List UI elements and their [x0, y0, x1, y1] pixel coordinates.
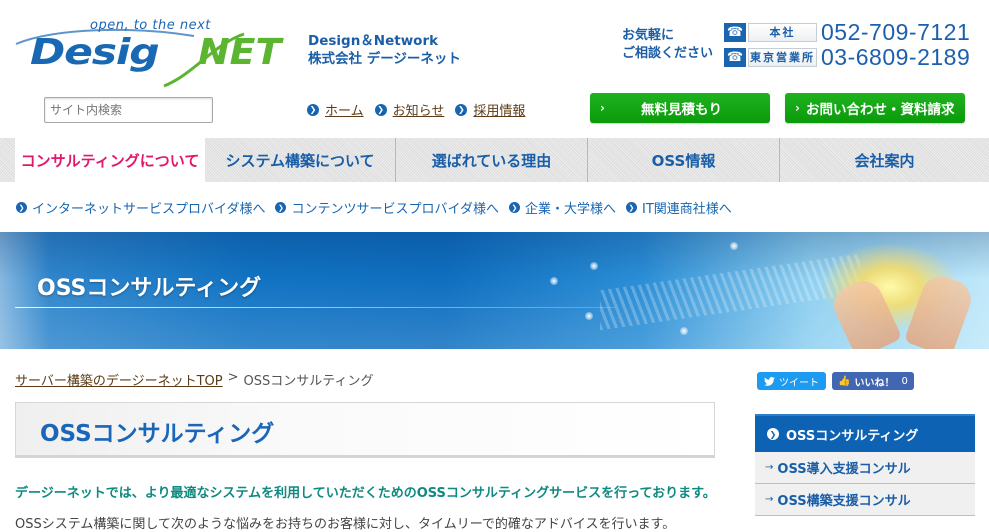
phone-tokyo-office: ☎ 東京営業所 03-6809-2189: [724, 44, 970, 70]
like-count: 0: [901, 375, 908, 387]
banner-title: OSSコンサルティング: [37, 276, 262, 301]
social-buttons: ツイート 👍 いいね！ 0: [757, 372, 914, 390]
util-link-news[interactable]: ❯ お知らせ: [374, 100, 445, 119]
logo-net: NET: [198, 32, 282, 73]
circle-arrow-icon: ❯: [374, 103, 387, 116]
audience-link-label: インターネットサービスプロバイダ様へ: [32, 202, 266, 217]
contact-label-line1: お気軽に: [622, 28, 675, 43]
audience-link-label: コンテンツサービスプロバイダ様へ: [291, 202, 499, 217]
free-estimate-label: 無料見積もり: [640, 102, 722, 118]
nav-item-reasons[interactable]: 選ばれている理由: [396, 138, 588, 182]
util-link-recruit[interactable]: ❯ 採用情報: [455, 100, 525, 119]
circle-arrow-icon: ❯: [307, 103, 319, 116]
company-name-ja: 株式会社 デージーネット: [308, 51, 461, 67]
nav-item-system-build[interactable]: システム構築について: [205, 138, 396, 182]
hero-banner: OSSコンサルティング: [0, 232, 989, 349]
audience-link-isp[interactable]: ❯ インターネットサービスプロバイダ様へ: [16, 198, 265, 217]
contact-request-label: お問い合わせ・資料請求: [805, 102, 955, 118]
audience-link-label: 企業・大学様へ: [524, 202, 616, 217]
site-search-input[interactable]: [44, 97, 213, 123]
tweet-label: ツイート: [779, 377, 819, 389]
arrow-right-icon: →: [765, 494, 774, 505]
contact-label-line2: ご相談ください: [622, 46, 714, 61]
circle-arrow-icon: ❯: [16, 202, 27, 213]
nav-item-company[interactable]: 会社案内: [780, 138, 989, 182]
util-link-home[interactable]: ❯ ホーム: [307, 100, 364, 119]
breadcrumb-home-link[interactable]: サーバー構築のデージーネットTOP: [15, 370, 223, 389]
chevron-right-icon: ›: [795, 101, 800, 115]
phone-number[interactable]: 052-709-7121: [821, 19, 970, 46]
banner-divider: [15, 307, 615, 308]
breadcrumb: サーバー構築のデージーネットTOP > OSSコンサルティング: [15, 370, 374, 389]
contact-request-button[interactable]: › お問い合わせ・資料請求: [785, 93, 965, 123]
audience-link-csp[interactable]: ❯ コンテンツサービスプロバイダ様へ: [275, 198, 499, 217]
contact-label: お気軽に ご相談ください: [622, 27, 713, 63]
banner-light-dot: [730, 242, 738, 250]
tweet-button[interactable]: ツイート: [757, 372, 826, 390]
thumbs-up-icon: 👍: [838, 375, 851, 387]
phone-office-label: 本社: [748, 22, 817, 42]
site-logo[interactable]: open, to the next Desig NET: [14, 18, 299, 88]
nav-item-oss-info[interactable]: OSS情報: [588, 138, 780, 182]
site-header: open, to the next Desig NET Design＆Netwo…: [0, 0, 989, 90]
phone-head-office: ☎ 本社 052-709-7121: [724, 19, 970, 45]
audience-link-label: IT関連商社様へ: [641, 202, 732, 217]
util-link-label: お知らせ: [392, 104, 445, 119]
sidebar-item-label: OSS導入支援コンサル: [777, 462, 911, 477]
lead-text: デージーネットでは、より最適なシステムを利用していただくためのOSSコンサルティ…: [15, 486, 716, 501]
banner-light-dot: [550, 277, 558, 285]
facebook-like-button[interactable]: 👍 いいね！ 0: [832, 372, 914, 390]
circle-arrow-icon: ❯: [625, 202, 637, 213]
chevron-right-icon: ›: [600, 101, 605, 115]
free-estimate-button[interactable]: › 無料見積もり: [590, 93, 770, 123]
phone-icon: ☎: [724, 22, 746, 42]
audience-link-enterprise[interactable]: ❯ 企業・大学様へ: [508, 198, 616, 217]
circle-arrow-icon: ❯: [767, 428, 779, 440]
sidebar-nav: ❯ OSSコンサルティング → OSS導入支援コンサル → OSS構築支援コンサ…: [755, 414, 975, 516]
sidebar-item-label: OSS構築支援コンサル: [777, 494, 911, 509]
audience-nav: ❯ インターネットサービスプロバイダ様へ ❯ コンテンツサービスプロバイダ様へ ❯ 企…: [16, 198, 732, 217]
global-nav: コンサルティングについて システム構築について 選ばれている理由 OSS情報 会…: [0, 138, 989, 182]
phone-office-label: 東京営業所: [748, 47, 817, 67]
twitter-bird-icon: [764, 376, 775, 386]
nav-padding: [0, 138, 15, 182]
util-link-label: 採用情報: [473, 104, 526, 119]
sidebar-item-oss-construction[interactable]: → OSS構築支援コンサル: [755, 484, 975, 516]
page-title-box: OSSコンサルティング: [15, 402, 715, 458]
circle-arrow-icon: ❯: [275, 202, 287, 213]
sidebar-heading-oss-consulting[interactable]: ❯ OSSコンサルティング: [755, 414, 975, 452]
phone-icon: ☎: [724, 47, 746, 67]
audience-link-it-trading[interactable]: ❯ IT関連商社様へ: [625, 198, 732, 217]
phone-number[interactable]: 03-6809-2189: [821, 44, 970, 71]
banner-light-dot: [590, 262, 598, 270]
circle-arrow-icon: ❯: [455, 103, 468, 116]
banner-light-dot: [585, 312, 593, 320]
body-text: OSSシステム構築に関して次のような悩みをお持ちのお客様に対し、タイムリーで的確…: [15, 517, 676, 532]
breadcrumb-current: OSSコンサルティング: [243, 374, 374, 389]
breadcrumb-separator: >: [227, 370, 239, 385]
arrow-right-icon: →: [765, 462, 774, 473]
utility-nav: ❯ ホーム ❯ お知らせ ❯ 採用情報: [307, 100, 525, 119]
sidebar-item-oss-introduction[interactable]: → OSS導入支援コンサル: [755, 452, 975, 484]
sidebar-heading-label: OSSコンサルティング: [786, 428, 919, 444]
circle-arrow-icon: ❯: [508, 202, 520, 213]
util-link-label: ホーム: [325, 104, 364, 119]
nav-item-consulting[interactable]: コンサルティングについて: [15, 138, 205, 182]
banner-light-dot: [680, 327, 688, 335]
like-label: いいね！: [854, 377, 895, 389]
company-name: Design＆Network 株式会社 デージーネット: [308, 32, 461, 68]
logo-desig: Desig: [30, 32, 160, 73]
company-name-en: Design＆Network: [308, 33, 439, 49]
page-title: OSSコンサルティング: [40, 421, 275, 447]
